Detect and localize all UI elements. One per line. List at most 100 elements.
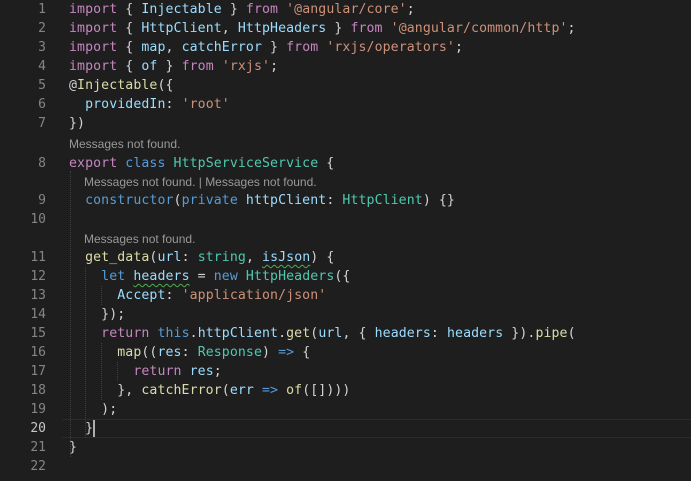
code-line[interactable]: 15 return this.httpClient.get(url, { hea…	[0, 324, 691, 343]
code-token: =>	[278, 345, 295, 360]
code-token: );	[69, 402, 118, 417]
code-line[interactable]: 18 }, catchError(err => of([])))	[0, 381, 691, 400]
code-token: get	[286, 326, 311, 341]
code-line[interactable]: 10	[0, 210, 691, 229]
code-line[interactable]: 19 );	[0, 400, 691, 419]
code-token: (	[221, 383, 230, 398]
code-text[interactable]: }, catchError(err => of([])))	[69, 381, 350, 400]
code-token: :	[326, 193, 343, 208]
code-token: new	[213, 269, 238, 284]
code-text[interactable]: export class HttpServiceService {	[69, 154, 334, 173]
code-token: HttpHeaders	[245, 269, 335, 284]
code-text[interactable]: let headers = new HttpHeaders({	[69, 267, 350, 286]
code-token: :	[165, 288, 182, 303]
code-line[interactable]: 12 let headers = new HttpHeaders({	[0, 267, 691, 286]
code-text[interactable]: import { HttpClient, HttpHeaders } from …	[69, 19, 576, 38]
indent-guide	[85, 267, 86, 438]
code-line[interactable]: 7})	[0, 114, 691, 133]
code-text[interactable]: providedIn: 'root'	[69, 95, 230, 114]
code-token: 'application/json'	[181, 288, 327, 303]
code-text[interactable]: );	[69, 400, 117, 419]
code-text[interactable]: return this.httpClient.get(url, { header…	[69, 324, 576, 343]
code-text[interactable]: @Injectable({	[69, 76, 174, 95]
code-token: {	[318, 156, 335, 171]
codelens-class[interactable]: Messages not found.	[69, 135, 180, 154]
code-token: Injectable	[77, 78, 158, 93]
code-line[interactable]: 5 @Injectable({	[0, 76, 691, 95]
code-token: }).	[503, 326, 536, 341]
code-token: this	[157, 326, 190, 341]
code-token: .	[189, 326, 198, 341]
code-token: import	[69, 40, 118, 55]
code-text[interactable]: import { map, catchError } from 'rxjs/op…	[69, 38, 463, 57]
code-token: ;	[213, 364, 222, 379]
line-number: 3	[38, 40, 46, 55]
code-token: , {	[342, 326, 375, 341]
code-line[interactable]: 1 import { Injectable } from '@angular/co…	[0, 0, 691, 19]
code-text[interactable]: map((res: Response) => {	[69, 343, 310, 362]
code-text[interactable]: constructor(private httpClient: HttpClie…	[69, 191, 455, 210]
code-token: providedIn	[85, 97, 166, 112]
line-number: 18	[30, 383, 46, 398]
code-token: ;	[454, 40, 464, 55]
code-token: {	[117, 59, 142, 74]
code-line[interactable]: 11 get_data(url: string, isJson) {	[0, 248, 691, 267]
code-token: private	[181, 193, 238, 208]
code-token: from	[350, 21, 383, 36]
code-line[interactable]: 22	[0, 457, 691, 476]
indent-guide	[101, 343, 102, 400]
code-token: ([])))	[302, 383, 351, 398]
code-token: });	[69, 307, 126, 322]
code-token: '@angular/common/http'	[390, 21, 568, 36]
code-line[interactable]: 2 import { HttpClient, HttpHeaders } from…	[0, 19, 691, 38]
code-token: httpClient	[197, 326, 279, 341]
code-token: }	[221, 2, 246, 17]
code-token: res	[157, 345, 182, 360]
code-text[interactable]: return res;	[69, 362, 222, 381]
code-line[interactable]: 3 import { map, catchError } from 'rxjs/o…	[0, 38, 691, 57]
indent-guide	[70, 171, 71, 457]
line-number: 6	[38, 97, 46, 112]
code-text[interactable]: }	[69, 419, 93, 438]
code-token: ((	[141, 345, 158, 360]
code-token: HttpHeaders	[237, 21, 327, 36]
code-token: headers	[446, 326, 504, 341]
code-text[interactable]: });	[69, 305, 125, 324]
code-token: }	[157, 59, 182, 74]
code-token: map	[117, 345, 142, 360]
code-text[interactable]: Accept: 'application/json'	[69, 286, 326, 305]
code-line[interactable]: 17 return res;	[0, 362, 691, 381]
code-token: Injectable	[141, 2, 222, 17]
code-token: )	[262, 345, 279, 360]
code-token: import	[69, 21, 118, 36]
code-line[interactable]: 20 }	[0, 419, 691, 438]
code-line[interactable]: 21}	[0, 438, 691, 457]
code-text[interactable]: get_data(url: string, isJson) {	[69, 248, 334, 267]
code-token: {	[117, 21, 142, 36]
code-line[interactable]: 6 providedIn: 'root'	[0, 95, 691, 114]
code-line[interactable]: 14 });	[0, 305, 691, 324]
code-token: return	[133, 364, 182, 379]
code-line[interactable]: 16 map((res: Response) => {	[0, 343, 691, 362]
code-line[interactable]: 4 import { of } from 'rxjs';	[0, 57, 691, 76]
code-editor[interactable]: Messages not found. Messages not found. …	[0, 0, 691, 481]
code-line[interactable]: 9 constructor(private httpClient: HttpCl…	[0, 191, 691, 210]
code-line[interactable]: 13 Accept: 'application/json'	[0, 286, 691, 305]
code-text[interactable]: import { of } from 'rxjs';	[69, 57, 278, 76]
code-text[interactable]: import { Injectable } from '@angular/cor…	[69, 0, 415, 19]
line-number: 9	[38, 193, 46, 208]
line-number: 22	[30, 459, 46, 474]
line-number: 10	[30, 212, 46, 227]
code-token: ,	[245, 250, 263, 265]
codelens-constructor[interactable]: Messages not found. | Messages not found…	[84, 173, 317, 192]
code-line[interactable]: 8 export class HttpServiceService {	[0, 154, 691, 173]
code-text[interactable]: })	[69, 114, 85, 133]
codelens-get-data[interactable]: Messages not found.	[84, 230, 195, 249]
